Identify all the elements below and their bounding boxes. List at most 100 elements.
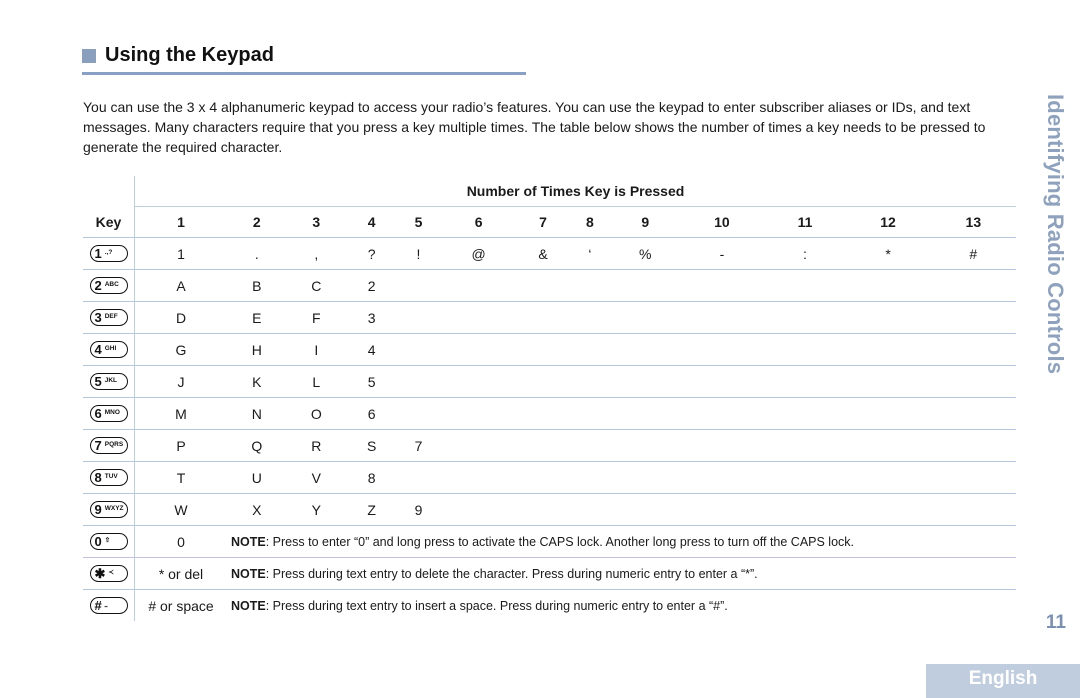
chapter-side-title: Identifying Radio Controls [1043, 94, 1068, 375]
heading-bullet-icon [82, 48, 96, 63]
character-cell: H [227, 333, 287, 366]
key-sub-glyph: WXYZ [104, 505, 124, 513]
column-header-1: 1 [134, 206, 227, 238]
keypad-table: Number of Times Key is Pressed Key 12345… [83, 176, 1016, 621]
character-cell [679, 301, 765, 334]
character-cell [568, 333, 612, 366]
group-header-row: Number of Times Key is Pressed [83, 176, 1016, 207]
character-cell [845, 333, 931, 366]
column-header-5: 5 [397, 206, 440, 238]
character-cell: 7 [397, 429, 440, 462]
character-cell [517, 365, 569, 398]
key-cell: 3 DEF [83, 301, 135, 334]
character-cell: * or del [134, 557, 227, 590]
character-cell: R [286, 429, 347, 462]
key-3-icon: 3 DEF [89, 309, 128, 326]
character-cell [568, 429, 612, 462]
character-cell: Q [227, 429, 287, 462]
character-cell [397, 461, 440, 494]
character-cell [517, 493, 569, 526]
character-cell: W [134, 493, 227, 526]
character-cell: 6 [346, 397, 398, 430]
key-sub-glyph: ⇧ [104, 537, 111, 545]
character-cell [397, 397, 440, 430]
table-row: 9 WXYZ W X Y Z 9 [83, 493, 1016, 526]
character-cell: # [930, 237, 1016, 270]
character-cell [930, 365, 1016, 398]
character-cell: ? [346, 237, 398, 270]
character-cell: 3 [346, 301, 398, 334]
character-cell: @ [439, 237, 518, 270]
key-cell: 2 ABC [83, 269, 135, 302]
heading-underline [82, 72, 526, 75]
key-sub-glyph: ABC [104, 281, 119, 289]
key-sub-glyph: DEF [104, 313, 118, 321]
key-hash-space-icon: # ⎵ [89, 597, 128, 614]
character-cell [930, 301, 1016, 334]
character-cell: C [286, 269, 347, 302]
intro-paragraph: You can use the 3 x 4 alphanumeric keypa… [83, 99, 986, 155]
key-sub-glyph: GHI [104, 345, 117, 353]
character-cell [517, 301, 569, 334]
column-header-row: Key 1 2 3 4 5 6 7 8 9 10 11 12 13 [83, 206, 1016, 238]
key-sub-glyph: ⎵ [104, 601, 108, 609]
character-cell: X [227, 493, 287, 526]
character-cell [930, 429, 1016, 462]
character-cell [439, 493, 518, 526]
note-row: 0 ⇧ 0 NOTE: Press to enter “0” and long pre… [83, 525, 1016, 558]
key-main-glyph: 9 [94, 502, 102, 517]
section-title: Using the Keypad [105, 44, 274, 66]
note-row: # ⎵ # or space NOTE: Press during text entr… [83, 589, 1016, 622]
character-cell [611, 461, 680, 494]
character-cell [397, 333, 440, 366]
character-cell [845, 429, 931, 462]
character-cell: Z [346, 493, 398, 526]
key-cell: 5 JKL [83, 365, 135, 398]
column-header-7: 7 [517, 206, 569, 238]
key-main-glyph: 8 [94, 470, 102, 485]
character-cell: M [134, 397, 227, 430]
key-2-icon: 2 ABC [89, 277, 128, 294]
character-cell [611, 301, 680, 334]
character-cell [397, 365, 440, 398]
note-label: NOTE [231, 534, 266, 549]
character-cell [568, 365, 612, 398]
section-heading: Using the Keypad [82, 44, 274, 67]
character-cell [439, 429, 518, 462]
character-cell [930, 493, 1016, 526]
character-cell [764, 301, 846, 334]
character-cell: Y [286, 493, 347, 526]
character-cell: E [227, 301, 287, 334]
table-row: 7 PQRS P Q R S 7 [83, 429, 1016, 462]
character-cell [845, 269, 931, 302]
character-cell [930, 333, 1016, 366]
character-cell: ! [397, 237, 440, 270]
character-cell: 9 [397, 493, 440, 526]
column-header-3: 3 [286, 206, 347, 238]
key-cell: # ⎵ [83, 590, 135, 622]
column-header-4: 4 [346, 206, 398, 238]
character-cell [611, 397, 680, 430]
key-cell: ✱ ≺ [83, 557, 135, 590]
character-cell: P [134, 429, 227, 462]
note-cell: NOTE: Press during text entry to delete … [227, 557, 1016, 590]
character-cell [439, 365, 518, 398]
character-cell: V [286, 461, 347, 494]
character-cell [845, 301, 931, 334]
key-8-icon: 8 TUV [89, 469, 128, 486]
character-cell [679, 493, 765, 526]
key-main-glyph: 2 [94, 278, 102, 293]
character-cell [517, 269, 569, 302]
table-row: 4 GHI G H I 4 [83, 333, 1016, 366]
key-sub-glyph: .,? [104, 249, 113, 257]
character-cell [397, 269, 440, 302]
column-header-11: 11 [764, 206, 846, 238]
character-cell [439, 461, 518, 494]
character-cell [439, 269, 518, 302]
key-column-header: Key [83, 206, 135, 238]
character-cell: % [611, 237, 680, 270]
column-header-12: 12 [845, 206, 931, 238]
character-cell [764, 365, 846, 398]
character-cell: 2 [346, 269, 398, 302]
key-star-delete-icon: ✱ ≺ [89, 565, 128, 582]
